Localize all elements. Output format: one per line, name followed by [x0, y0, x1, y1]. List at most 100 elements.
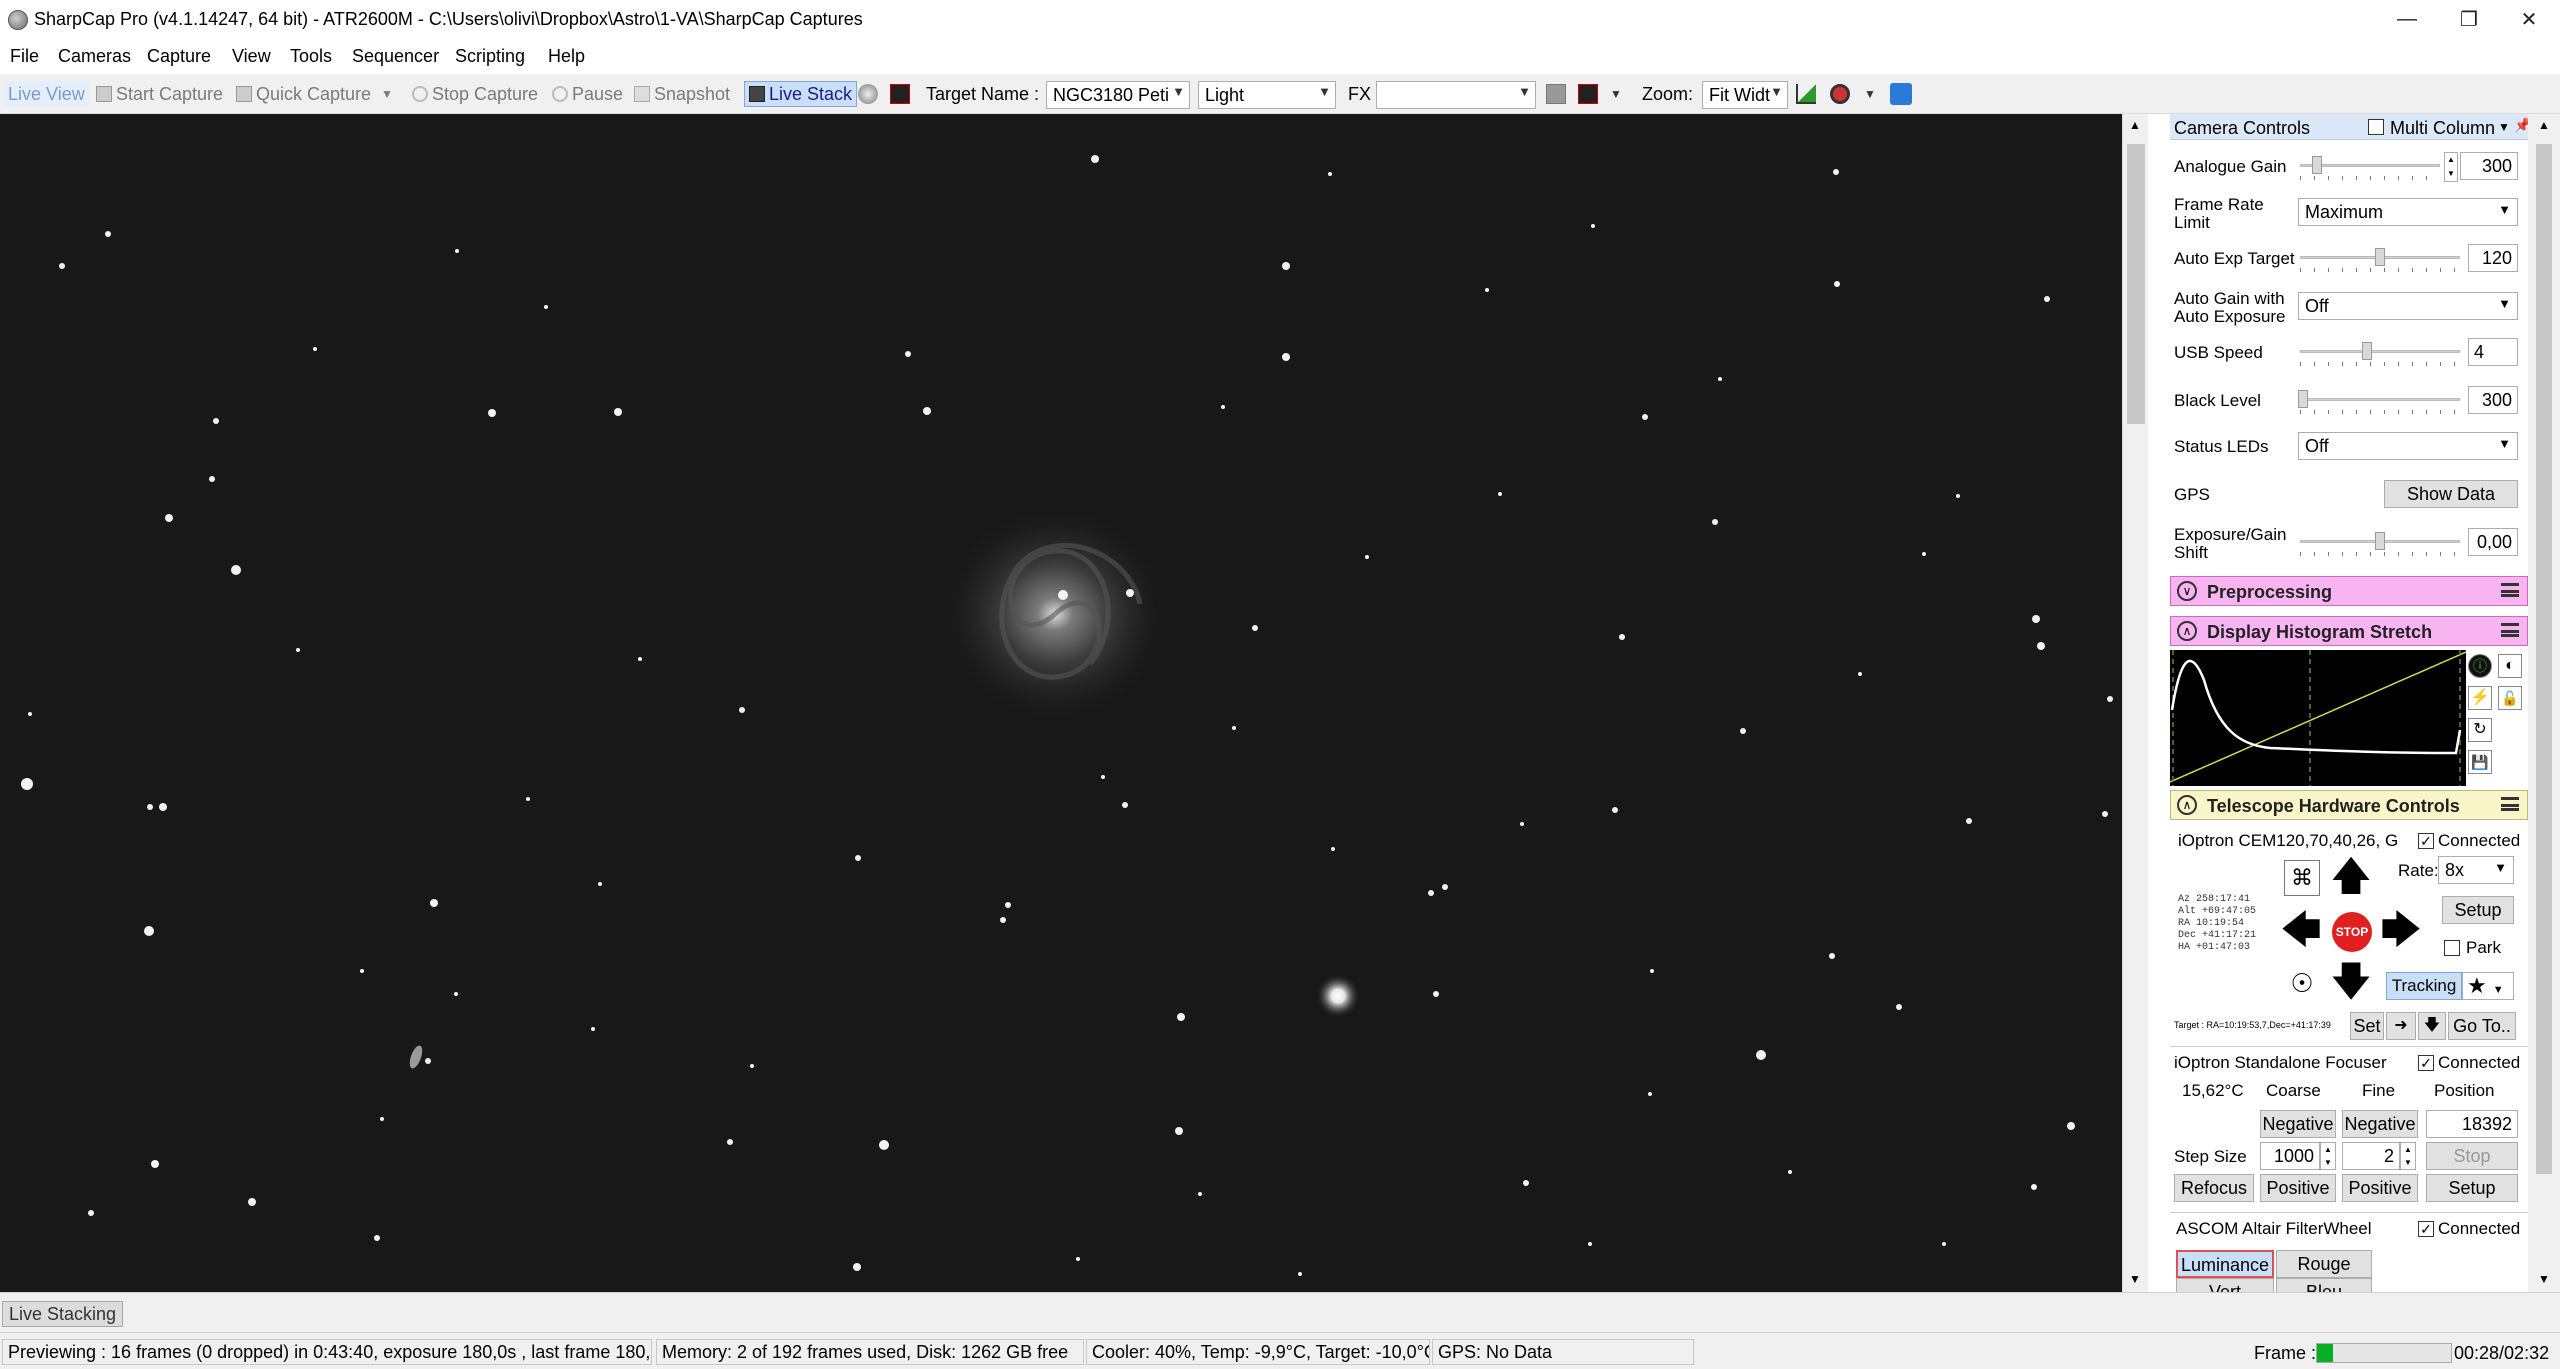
- pause-button[interactable]: Pause: [552, 81, 623, 107]
- auto-exp-value[interactable]: 120: [2468, 244, 2518, 272]
- histogram-button[interactable]: [1796, 81, 1820, 107]
- ngc-icon[interactable]: [890, 81, 914, 107]
- scroll-down-icon[interactable]: ▼: [2538, 1272, 2550, 1286]
- focuser-setup-button[interactable]: Setup: [2426, 1174, 2518, 1202]
- panel-menu-icon[interactable]: ▼: [2498, 120, 2510, 134]
- reticule-button[interactable]: [1546, 81, 1570, 107]
- menu-file[interactable]: File: [10, 46, 39, 67]
- menu-help[interactable]: Help: [548, 46, 585, 67]
- filter-luminance-button[interactable]: Luminance: [2176, 1250, 2274, 1278]
- viewer-scroll-thumb[interactable]: [2127, 144, 2145, 424]
- focuser-stop-button[interactable]: Stop: [2426, 1142, 2518, 1170]
- close-button[interactable]: ✕: [2500, 0, 2558, 38]
- menu-icon[interactable]: [2501, 583, 2519, 597]
- histogram-plot[interactable]: [2170, 650, 2467, 786]
- down-arrow-button[interactable]: 🡇: [2418, 1012, 2446, 1040]
- fx-select[interactable]: ▼: [1376, 81, 1536, 109]
- focuser-connected-checkbox[interactable]: ✓: [2418, 1055, 2434, 1071]
- crosshair-icon[interactable]: ☉: [2284, 966, 2320, 1002]
- rate-select[interactable]: 8x ▼: [2438, 856, 2514, 884]
- west-arrow-button[interactable]: 🡄: [2280, 910, 2322, 950]
- refocus-button[interactable]: Refocus: [2174, 1174, 2254, 1202]
- black-level-value[interactable]: 300: [2468, 386, 2518, 414]
- mount-connected-checkbox[interactable]: ✓: [2418, 833, 2434, 849]
- menu-cameras[interactable]: Cameras: [58, 46, 131, 67]
- step-fine-spinner[interactable]: ▲ ▼: [2400, 1142, 2416, 1170]
- minimize-button[interactable]: —: [2378, 0, 2436, 38]
- usb-speed-value[interactable]: 4: [2468, 338, 2518, 366]
- set-button[interactable]: Set: [2350, 1012, 2384, 1040]
- contrast-icon[interactable]: ◐: [2498, 654, 2522, 678]
- capture-format-icon[interactable]: [858, 81, 882, 107]
- multi-column-checkbox[interactable]: [2368, 119, 2384, 135]
- menu-tools[interactable]: Tools: [290, 46, 332, 67]
- focus-assist-button[interactable]: [1890, 81, 1916, 107]
- east-arrow-button[interactable]: 🡆: [2380, 910, 2422, 950]
- tools-button[interactable]: ▼: [1830, 81, 1876, 107]
- stop-capture-button[interactable]: Stop Capture: [412, 81, 538, 107]
- snapshot-button[interactable]: Snapshot: [634, 81, 730, 107]
- panel-scrollbar[interactable]: ▲ ▼: [2528, 114, 2560, 1292]
- expand-icon[interactable]: ∨: [2177, 581, 2197, 601]
- save-icon[interactable]: 💾: [2468, 750, 2492, 774]
- telescope-section[interactable]: ∧ Telescope Hardware Controls: [2170, 790, 2528, 820]
- lightning-icon[interactable]: ⚡: [2468, 686, 2492, 710]
- histogram-section[interactable]: ∧ Display Histogram Stretch: [2170, 616, 2528, 646]
- filter-bleu-button[interactable]: Bleu: [2276, 1278, 2372, 1292]
- frame-rate-select[interactable]: Maximum ▼: [2298, 198, 2518, 226]
- exposure-gain-shift-slider[interactable]: [2300, 532, 2460, 556]
- park-checkbox[interactable]: [2444, 940, 2460, 956]
- menu-sequencer[interactable]: Sequencer: [352, 46, 439, 67]
- auto-exp-slider[interactable]: [2300, 248, 2460, 272]
- menu-view[interactable]: View: [232, 46, 271, 67]
- menu-scripting[interactable]: Scripting: [455, 46, 525, 67]
- live-view-button[interactable]: Live View: [4, 81, 89, 107]
- quick-capture-button[interactable]: Quick Capture ▼: [236, 81, 393, 107]
- live-stack-button[interactable]: Live Stack: [744, 81, 858, 107]
- menu-icon[interactable]: [2501, 623, 2519, 637]
- exposure-gain-shift-value[interactable]: 0,00: [2468, 528, 2518, 556]
- menu-icon[interactable]: [2501, 797, 2519, 811]
- tracking-button[interactable]: Tracking: [2386, 972, 2462, 1000]
- stop-button[interactable]: STOP: [2332, 912, 2372, 952]
- show-data-button[interactable]: Show Data: [2384, 480, 2518, 508]
- viewer-scrollbar[interactable]: ▲ ▼: [2122, 114, 2148, 1292]
- frame-type-select[interactable]: Light ▼: [1198, 81, 1336, 109]
- spiral-search-icon[interactable]: ⌘: [2284, 860, 2320, 896]
- mount-setup-button[interactable]: Setup: [2442, 896, 2514, 924]
- collapse-icon[interactable]: ∧: [2177, 795, 2197, 815]
- analogue-gain-spinner[interactable]: ▲ ▼: [2444, 152, 2458, 182]
- reset-icon[interactable]: ↻: [2468, 718, 2492, 742]
- target-name-input[interactable]: NGC3180 Peti ▼: [1046, 81, 1190, 109]
- step-coarse-input[interactable]: 1000: [2260, 1142, 2320, 1170]
- panel-scroll-thumb[interactable]: [2536, 144, 2552, 1174]
- start-capture-button[interactable]: Start Capture: [96, 81, 223, 107]
- auto-stretch-icon[interactable]: ⓘ: [2468, 654, 2492, 678]
- step-fine-input[interactable]: 2: [2342, 1142, 2400, 1170]
- image-viewer[interactable]: [0, 114, 2122, 1292]
- goto-button[interactable]: Go To..: [2448, 1012, 2516, 1040]
- usb-speed-slider[interactable]: [2300, 342, 2460, 366]
- preprocessing-section[interactable]: ∨ Preprocessing: [2170, 576, 2528, 606]
- scroll-down-icon[interactable]: ▼: [2129, 1272, 2141, 1286]
- menu-capture[interactable]: Capture: [147, 46, 211, 67]
- collapse-icon[interactable]: ∧: [2177, 621, 2197, 641]
- analogue-gain-value[interactable]: 300: [2460, 152, 2518, 180]
- positive-coarse-button[interactable]: Positive: [2260, 1174, 2336, 1202]
- black-level-slider[interactable]: [2298, 390, 2460, 414]
- scroll-up-icon[interactable]: ▲: [2538, 118, 2550, 132]
- auto-gain-select[interactable]: Off ▼: [2298, 292, 2518, 320]
- right-arrow-button[interactable]: ➜: [2386, 1012, 2416, 1040]
- position-value[interactable]: 18392: [2426, 1110, 2518, 1138]
- step-coarse-spinner[interactable]: ▲ ▼: [2320, 1142, 2336, 1170]
- negative-fine-button[interactable]: Negative: [2342, 1110, 2418, 1138]
- pin-icon[interactable]: 📌: [2514, 117, 2528, 134]
- positive-fine-button[interactable]: Positive: [2342, 1174, 2418, 1202]
- lock-icon[interactable]: 🔓: [2498, 686, 2522, 710]
- analogue-gain-slider[interactable]: [2300, 156, 2440, 180]
- overlay-button[interactable]: ▼: [1578, 81, 1622, 107]
- filter-vert-button[interactable]: Vert: [2176, 1278, 2274, 1292]
- live-stacking-tab[interactable]: Live Stacking: [2, 1301, 124, 1327]
- zoom-select[interactable]: Fit Widt ▼: [1702, 81, 1788, 109]
- south-arrow-button[interactable]: 🡇: [2330, 962, 2372, 1002]
